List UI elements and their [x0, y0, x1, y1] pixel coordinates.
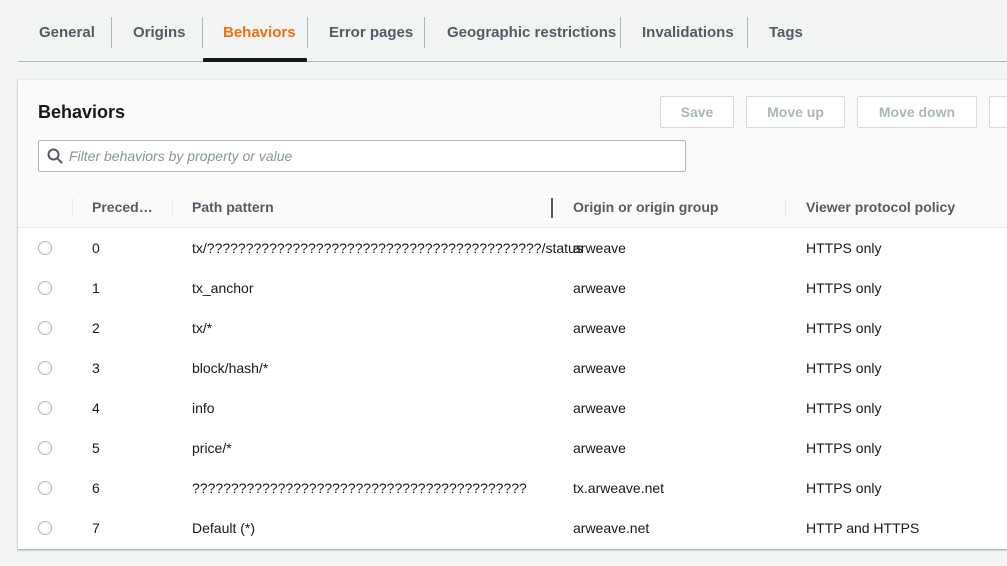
- row-select-radio[interactable]: [38, 281, 52, 295]
- viewer-protocol-cell: HTTPS only: [806, 440, 882, 456]
- tab-invalidations[interactable]: Invalidations: [642, 18, 734, 48]
- move-down-button[interactable]: Move down: [857, 96, 977, 128]
- table-row[interactable]: 7 Default (*) arweave.net HTTP and HTTPS: [18, 508, 1007, 548]
- tab-divider: [307, 17, 308, 48]
- origin-cell: arweave: [573, 360, 626, 376]
- path-pattern-cell: info: [192, 400, 215, 416]
- table-row[interactable]: 3 block/hash/* arweave HTTPS only: [18, 348, 1007, 389]
- table-row[interactable]: 1 tx_anchor arweave HTTPS only: [18, 268, 1007, 309]
- precedence-cell: 1: [92, 280, 100, 296]
- column-header-viewer-protocol-policy[interactable]: Viewer protocol policy: [806, 188, 955, 227]
- column-divider: [785, 198, 786, 217]
- table-row[interactable]: 4 info arweave HTTPS only: [18, 388, 1007, 429]
- save-button[interactable]: Save: [660, 96, 734, 128]
- viewer-protocol-cell: HTTP and HTTPS: [806, 520, 920, 536]
- column-header-origin[interactable]: Origin or origin group: [573, 188, 718, 227]
- tab-bar: General Origins Behaviors Error pages Ge…: [0, 0, 1007, 62]
- tab-bar-divider: [18, 61, 1007, 62]
- tab-behaviors[interactable]: Behaviors: [223, 18, 296, 48]
- origin-cell: arweave: [573, 240, 626, 256]
- path-pattern-cell: Default (*): [192, 520, 256, 536]
- row-select-radio[interactable]: [38, 481, 52, 495]
- tab-geographic-restrictions[interactable]: Geographic restrictions: [447, 18, 616, 48]
- row-select-radio[interactable]: [38, 321, 52, 335]
- precedence-cell: 0: [92, 240, 100, 256]
- tab-origins[interactable]: Origins: [133, 18, 186, 48]
- row-select-radio[interactable]: [38, 521, 52, 535]
- origin-cell: arweave.net: [573, 520, 650, 536]
- tab-error-pages[interactable]: Error pages: [329, 18, 413, 48]
- panel-header: Behaviors Save Move up Move down: [18, 80, 1007, 189]
- precedence-cell: 3: [92, 360, 100, 376]
- origin-cell: tx.arweave.net: [573, 480, 665, 496]
- path-pattern-cell: block/hash/*: [192, 360, 269, 376]
- tab-divider: [424, 17, 425, 48]
- column-divider: [72, 198, 73, 217]
- precedence-cell: 6: [92, 480, 100, 496]
- row-select-radio[interactable]: [38, 401, 52, 415]
- tab-divider: [620, 17, 621, 48]
- table-header: Preced… Path pattern Origin or origin gr…: [18, 188, 1007, 228]
- panel-title: Behaviors: [38, 102, 126, 122]
- viewer-protocol-cell: HTTPS only: [806, 400, 882, 416]
- tab-divider: [202, 17, 203, 48]
- path-pattern-cell: ????????????????????????????????????????…: [192, 480, 527, 496]
- viewer-protocol-cell: HTTPS only: [806, 240, 882, 256]
- search-input[interactable]: [69, 141, 669, 171]
- precedence-cell: 7: [92, 520, 100, 536]
- viewer-protocol-cell: HTTPS only: [806, 280, 882, 296]
- active-tab-indicator: [203, 58, 307, 62]
- tab-tags[interactable]: Tags: [769, 18, 803, 48]
- path-pattern-cell: tx_anchor: [192, 280, 254, 296]
- table-row[interactable]: 6 ??????????????????????????????????????…: [18, 468, 1007, 509]
- more-actions-button[interactable]: [989, 96, 1007, 128]
- precedence-cell: 4: [92, 400, 100, 416]
- column-resize-handle[interactable]: [551, 198, 553, 218]
- origin-cell: arweave: [573, 400, 626, 416]
- tab-divider: [111, 17, 112, 48]
- origin-cell: arweave: [573, 440, 626, 456]
- path-pattern-cell: tx/*: [192, 320, 213, 336]
- viewer-protocol-cell: HTTPS only: [806, 320, 882, 336]
- row-select-radio[interactable]: [38, 361, 52, 375]
- table-row[interactable]: 0 tx/???????????????????????????????????…: [18, 228, 1007, 269]
- viewer-protocol-cell: HTTPS only: [806, 480, 882, 496]
- column-header-precedence[interactable]: Preced…: [92, 188, 160, 227]
- table-row[interactable]: 5 price/* arweave HTTPS only: [18, 428, 1007, 469]
- viewer-protocol-cell: HTTPS only: [806, 360, 882, 376]
- search-icon: [47, 148, 63, 164]
- column-divider: [172, 198, 173, 217]
- precedence-cell: 5: [92, 440, 100, 456]
- precedence-cell: 2: [92, 320, 100, 336]
- tab-general[interactable]: General: [39, 18, 95, 48]
- origin-cell: arweave: [573, 320, 626, 336]
- row-select-radio[interactable]: [38, 241, 52, 255]
- behaviors-panel: Behaviors Save Move up Move down Preced……: [18, 79, 1007, 550]
- row-select-radio[interactable]: [38, 441, 52, 455]
- table-row[interactable]: 2 tx/* arweave HTTPS only: [18, 308, 1007, 349]
- move-up-button[interactable]: Move up: [746, 96, 845, 128]
- filter-search: [38, 140, 686, 172]
- tab-divider: [747, 17, 748, 48]
- path-pattern-cell: tx/?????????????????????????????????????…: [192, 240, 583, 256]
- path-pattern-cell: price/*: [192, 440, 232, 456]
- column-header-path-pattern[interactable]: Path pattern: [192, 188, 274, 227]
- origin-cell: arweave: [573, 280, 626, 296]
